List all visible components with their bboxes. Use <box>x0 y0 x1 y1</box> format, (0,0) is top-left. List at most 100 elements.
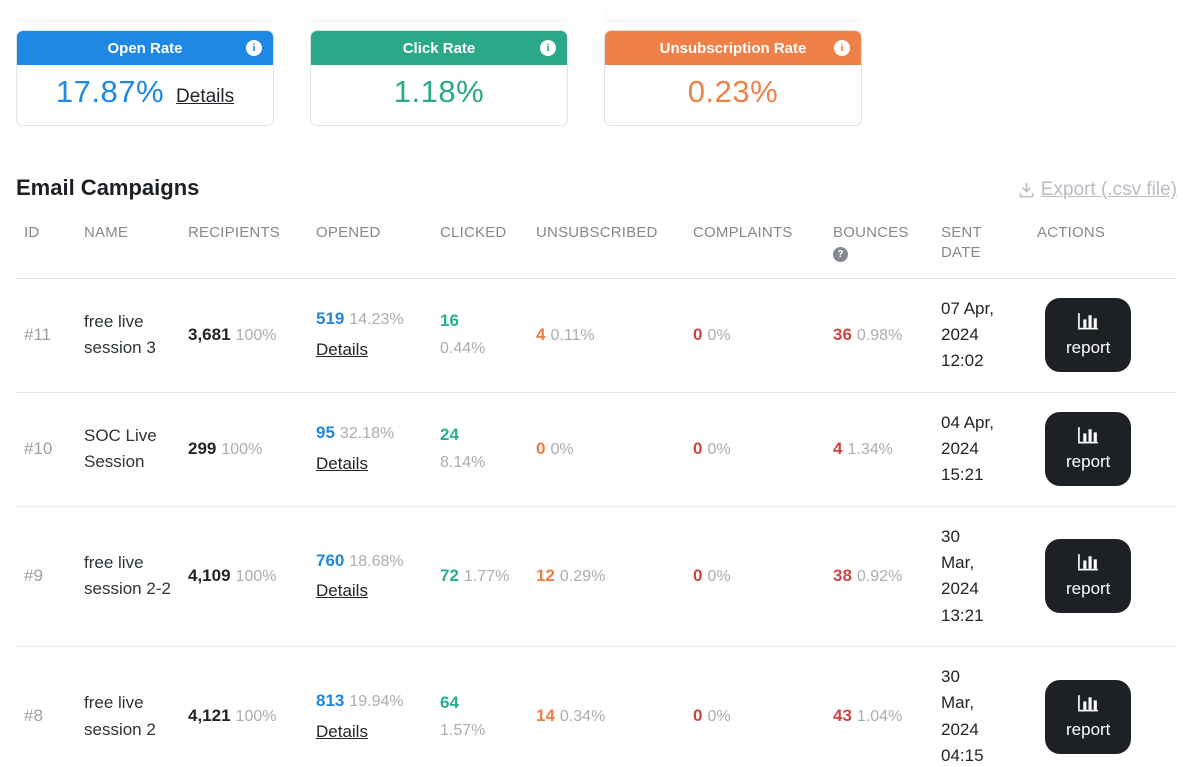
recipients-pct: 100% <box>235 708 277 726</box>
table-row: #9 free live session 2-2 4,109 100% 760 18.68… <box>16 505 1177 647</box>
section-header: Email Campaigns Export (.csv file) <box>16 175 1177 201</box>
recipients-value: 4,121 <box>188 706 231 726</box>
recipients-cell: 4,109 100% <box>180 505 308 647</box>
col-header-id: ID <box>16 207 76 279</box>
complaints-cell: 0 0% <box>685 645 825 767</box>
clicked-pct: 8.14% <box>440 454 486 472</box>
opened-details-link[interactable]: Details <box>316 578 368 604</box>
complaints-pct: 0% <box>707 440 731 458</box>
unsubscription-rate-card: Unsubscription Rate i 0.23% <box>604 30 862 126</box>
recipients-value: 3,681 <box>188 324 231 344</box>
click-rate-value: 1.18% <box>393 74 485 109</box>
opened-details-link[interactable]: Details <box>316 719 368 745</box>
clicked-pct: 1.57% <box>440 721 486 739</box>
partial-element-above <box>604 6 862 22</box>
opened-value-link[interactable]: 519 <box>316 309 344 328</box>
bounces-cell: 4 1.34% <box>825 391 933 507</box>
complaints-value: 0 <box>693 706 703 726</box>
unsubscription-rate-card-body: 0.23% <box>605 65 861 125</box>
open-rate-label: Open Rate <box>107 39 183 57</box>
bar-chart-icon <box>1076 693 1101 713</box>
clicked-value: 64 <box>440 692 459 712</box>
unsubscribed-pct: 0.29% <box>559 567 606 585</box>
complaints-cell: 0 0% <box>685 278 825 392</box>
unsubscribed-value: 0 <box>536 438 546 458</box>
actions-cell: report <box>1029 505 1177 647</box>
complaints-value: 0 <box>693 438 703 458</box>
open-rate-card-body: 17.87% Details <box>17 65 273 125</box>
complaints-pct: 0% <box>707 567 731 585</box>
partial-element-above <box>16 6 274 22</box>
click-rate-card-header: Click Rate i <box>311 31 567 65</box>
col-header-complaints: COMPLAINTS <box>685 207 825 279</box>
export-csv-label: Export (.csv file) <box>1040 179 1177 200</box>
open-rate-value: 17.87% <box>55 74 165 109</box>
recipients-value: 299 <box>188 438 217 458</box>
unsubscribed-pct: 0.34% <box>559 708 606 726</box>
unsubscription-rate-label: Unsubscription Rate <box>659 39 807 57</box>
actions-cell: report <box>1029 278 1177 392</box>
opened-details-link[interactable]: Details <box>316 451 368 477</box>
opened-cell: 95 32.18% Details <box>308 391 432 507</box>
info-icon[interactable]: i <box>246 40 262 56</box>
export-csv-link[interactable]: Export (.csv file) <box>1018 179 1177 201</box>
report-button[interactable]: report <box>1045 298 1132 373</box>
opened-cell: 813 19.94% Details <box>308 645 432 767</box>
campaign-name: free live session 2 <box>76 645 180 767</box>
bounces-cell: 36 0.98% <box>825 278 933 392</box>
sent-date-cell: 07 Apr, 2024 12:02 <box>941 298 994 371</box>
opened-cell: 760 18.68% Details <box>308 505 432 647</box>
report-button[interactable]: report <box>1045 539 1132 614</box>
info-icon[interactable]: i <box>834 40 850 56</box>
report-button-label: report <box>1066 338 1111 358</box>
clicked-value: 72 <box>440 565 459 585</box>
complaints-cell: 0 0% <box>685 505 825 647</box>
recipients-pct: 100% <box>235 326 277 344</box>
unsubscribed-cell: 4 0.11% <box>528 278 685 392</box>
click-rate-label: Click Rate <box>402 39 476 57</box>
unsubscribed-pct: 0% <box>550 440 574 458</box>
bounces-pct: 0.92% <box>856 567 903 585</box>
campaign-name: free live session 3 <box>84 311 156 358</box>
clicked-pct: 0.44% <box>440 340 486 358</box>
sent-date-cell: 04 Apr, 2024 15:21 <box>933 391 1029 507</box>
table-row: #8 free live session 2 4,121 100% 813 19.94% D… <box>16 645 1177 767</box>
recipients-pct: 100% <box>221 440 263 458</box>
campaign-name: free live session 2-2 <box>76 505 180 647</box>
opened-details-link[interactable]: Details <box>316 337 368 363</box>
bounces-cell: 43 1.04% <box>825 645 933 767</box>
unsubscribed-cell: 14 0.34% <box>528 645 685 767</box>
table-header-row: ID NAME RECIPIENTS OPENED CLICKED UNSUBSCRIBE… <box>16 207 1177 279</box>
info-icon[interactable]: i <box>540 40 556 56</box>
download-icon <box>1018 182 1035 199</box>
col-header-bounces: BOUNCES? <box>825 207 933 279</box>
opened-value-link[interactable]: 95 <box>316 423 335 442</box>
bounces-pct: 0.98% <box>856 326 903 344</box>
col-header-opened: OPENED <box>308 207 432 279</box>
table-row: #10 SOC Live Session 299 100% 95 32.18% Detail… <box>16 391 1177 507</box>
bounces-value: 38 <box>833 565 852 585</box>
report-button[interactable]: report <box>1045 412 1132 487</box>
col-header-clicked: CLICKED <box>432 207 528 279</box>
opened-value-link[interactable]: 760 <box>316 551 344 570</box>
recipients-pct: 100% <box>235 567 277 585</box>
click-rate-card: Click Rate i 1.18% <box>310 30 568 126</box>
unsubscribed-cell: 12 0.29% <box>528 505 685 647</box>
clicked-cell: 24 8.14% <box>432 391 528 507</box>
recipients-cell: 3,681 100% <box>180 278 308 392</box>
table-row: #11 free live session 3 3,681 100% 519 14.23%… <box>16 278 1177 392</box>
opened-value-link[interactable]: 813 <box>316 691 344 710</box>
email-campaigns-dashboard: Open Rate i 17.87% Details Click Rate i … <box>0 0 1193 767</box>
complaints-cell: 0 0% <box>685 391 825 507</box>
question-icon[interactable]: ? <box>833 247 848 263</box>
open-rate-details-link[interactable]: Details <box>176 86 234 108</box>
campaign-id: #8 <box>16 645 76 767</box>
report-button[interactable]: report <box>1045 679 1132 754</box>
campaign-id: #11 <box>24 324 52 344</box>
bar-chart-icon <box>1076 552 1101 572</box>
bounces-pct: 1.04% <box>856 708 903 726</box>
click-rate-card-body: 1.18% <box>311 65 567 125</box>
unsubscribed-pct: 0.11% <box>550 326 595 344</box>
report-button-label: report <box>1066 719 1111 739</box>
campaign-name: SOC Live Session <box>76 391 180 507</box>
